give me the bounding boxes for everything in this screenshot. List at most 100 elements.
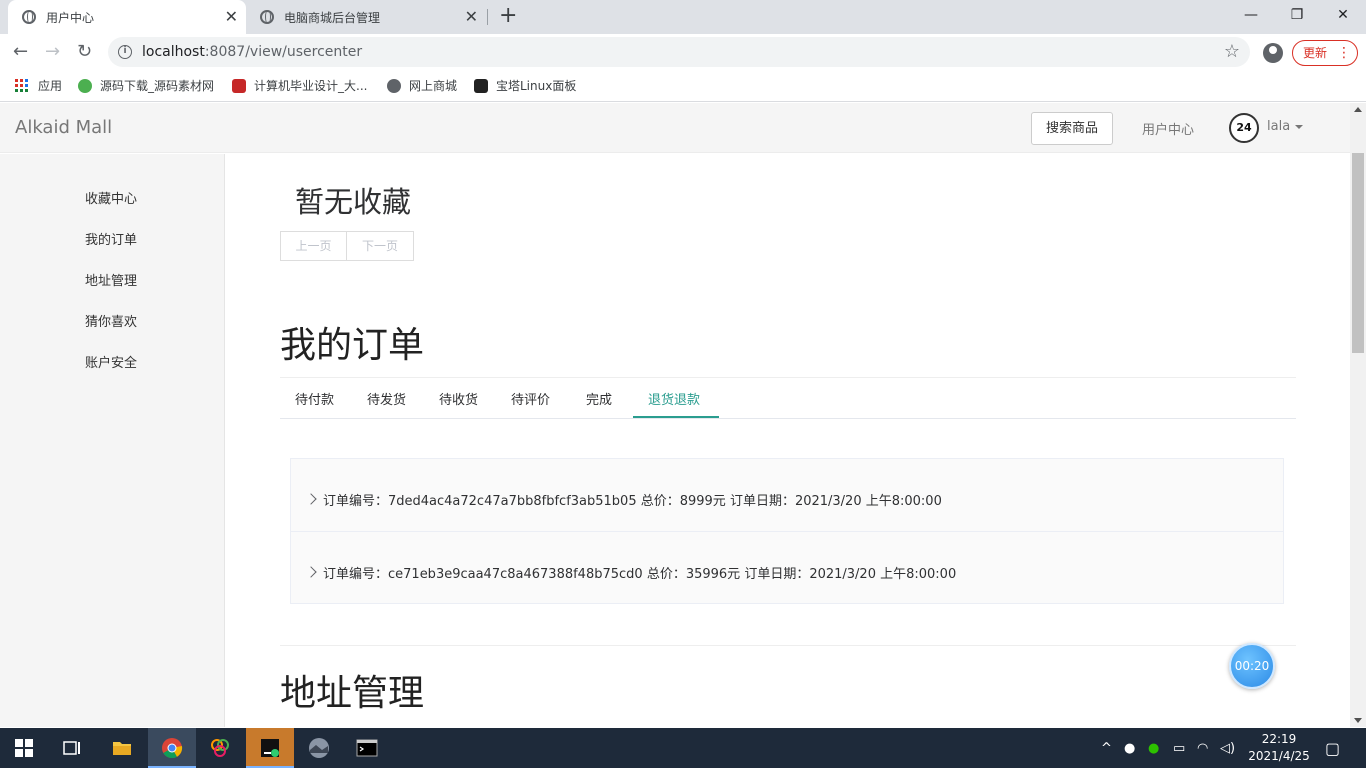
- bookmark-source[interactable]: 源码下载_源码素材网: [78, 77, 214, 94]
- bookmark-apps[interactable]: 应用: [15, 77, 62, 94]
- tray-expand-icon[interactable]: ^: [1101, 741, 1112, 756]
- favorites-empty-text: 暂无收藏: [295, 185, 412, 219]
- bookmark-baota[interactable]: 宝塔Linux面板: [474, 77, 576, 94]
- terminal-button[interactable]: [343, 728, 391, 768]
- tab-pending-review[interactable]: 待评价: [511, 389, 550, 408]
- address-title: 地址管理: [280, 673, 425, 714]
- chrome-button[interactable]: [148, 728, 196, 768]
- section-divider: [280, 645, 1296, 646]
- chevron-right-icon: [305, 566, 317, 578]
- tab-pending-shipment[interactable]: 待发货: [367, 389, 406, 408]
- info-icon[interactable]: i: [118, 45, 132, 59]
- order-row[interactable]: 订单编号：ce71eb3e9caa47c8a467388f48b75cd0 总价…: [291, 548, 1283, 596]
- window-close-icon[interactable]: ✕: [1320, 0, 1366, 30]
- tab-user-center[interactable]: 用户中心 ✕: [8, 0, 246, 34]
- scroll-up-icon[interactable]: [1354, 107, 1362, 112]
- tab-title: 用户中心: [46, 10, 95, 25]
- photo-icon: [309, 738, 329, 758]
- browser-tab-bar: 用户中心 ✕ 电脑商城后台管理 ✕ + — ❐ ✕: [0, 0, 1366, 34]
- tab-completed[interactable]: 完成: [586, 389, 612, 408]
- network-icon[interactable]: ◠: [1197, 741, 1208, 756]
- order-divider: [291, 531, 1283, 532]
- order-summary: 订单编号：7ded4ac4a72c47a7bb8fbfcf3ab51b05 总价…: [323, 493, 942, 509]
- close-icon[interactable]: ✕: [225, 9, 238, 25]
- back-icon[interactable]: ←: [13, 42, 28, 62]
- brand-logo[interactable]: Alkaid Mall: [15, 117, 112, 138]
- page-scrollbar[interactable]: [1350, 103, 1366, 727]
- floating-timer[interactable]: 00:20: [1229, 643, 1275, 689]
- clock-date: 2021/4/25: [1248, 749, 1310, 763]
- active-tab-indicator: [633, 416, 719, 418]
- bi-icon: [232, 78, 246, 93]
- bookmark-label: 宝塔Linux面板: [496, 79, 577, 93]
- bookmark-star-icon[interactable]: ☆: [1224, 41, 1240, 62]
- web-page: Alkaid Mall 搜索商品 用户中心 24 lala 收藏中心 我的订单 …: [0, 103, 1350, 727]
- intellij-icon: [261, 739, 279, 757]
- profile-icon[interactable]: [1263, 43, 1283, 63]
- tab-separator: [487, 9, 488, 25]
- folder-icon: [113, 742, 131, 755]
- chevron-right-icon: [305, 493, 317, 505]
- sidebar-item-security[interactable]: 账户安全: [85, 352, 137, 371]
- taskbar: ^ ● ● ▭ ◠ ◁) 22:19 2021/4/25 ▢: [0, 728, 1366, 768]
- orders-title: 我的订单: [280, 325, 425, 366]
- windows-icon: [15, 739, 33, 757]
- avatar[interactable]: 24: [1229, 113, 1259, 143]
- site-header: Alkaid Mall 搜索商品 用户中心 24 lala: [0, 103, 1350, 153]
- url-text[interactable]: localhost:8087/view/usercenter: [142, 44, 362, 60]
- update-button[interactable]: 更新 ⋮: [1292, 40, 1358, 66]
- start-button[interactable]: [0, 728, 48, 768]
- forward-icon[interactable]: →: [45, 42, 60, 62]
- minimize-icon[interactable]: —: [1228, 0, 1274, 30]
- scroll-thumb[interactable]: [1352, 153, 1364, 353]
- close-icon[interactable]: ✕: [465, 9, 478, 25]
- bookmark-label: 计算机毕业设计_大...: [254, 79, 368, 93]
- volume-icon[interactable]: ◁): [1220, 741, 1235, 756]
- bookmark-graduation[interactable]: 计算机毕业设计_大...: [232, 77, 367, 94]
- address-toolbar: ← → ↻ i localhost:8087/view/usercenter ☆: [0, 34, 1366, 70]
- sidebar-item-guess[interactable]: 猜你喜欢: [85, 311, 137, 330]
- bookmark-label: 网上商城: [409, 79, 458, 93]
- apps-grid-icon: [15, 79, 28, 92]
- omnibox[interactable]: i localhost:8087/view/usercenter ☆: [108, 37, 1250, 67]
- chrome-icon: [162, 738, 183, 759]
- tab-pending-payment[interactable]: 待付款: [295, 389, 334, 408]
- sidebar: 收藏中心 我的订单 地址管理 猜你喜欢 账户安全: [0, 154, 225, 727]
- new-tab-icon[interactable]: +: [499, 5, 517, 27]
- taskbar-clock[interactable]: 22:19 2021/4/25: [1244, 731, 1314, 765]
- restore-icon[interactable]: ❐: [1274, 0, 1320, 30]
- caret-down-icon[interactable]: [1295, 125, 1303, 129]
- order-row[interactable]: 订单编号：7ded4ac4a72c47a7bb8fbfcf3ab51b05 总价…: [291, 475, 1283, 523]
- photos-button[interactable]: [295, 728, 343, 768]
- tab-admin[interactable]: 电脑商城后台管理 ✕: [246, 0, 486, 34]
- search-products-button[interactable]: 搜索商品: [1031, 112, 1113, 145]
- bookmark-shop[interactable]: 网上商城: [387, 77, 457, 94]
- prev-page-button[interactable]: 上一页: [280, 231, 347, 261]
- notification-icon[interactable]: ▢: [1325, 739, 1340, 758]
- user-center-link[interactable]: 用户中心: [1142, 119, 1194, 138]
- order-summary: 订单编号：ce71eb3e9caa47c8a467388f48b75cd0 总价…: [323, 566, 957, 582]
- more-icon: ⋮: [1337, 45, 1351, 61]
- qq-icon[interactable]: ●: [1124, 741, 1135, 756]
- sidebar-item-address[interactable]: 地址管理: [85, 270, 137, 289]
- sidebar-item-orders[interactable]: 我的订单: [85, 229, 137, 248]
- scroll-down-icon[interactable]: [1354, 718, 1362, 723]
- app-button[interactable]: [196, 728, 244, 768]
- globe-icon: [260, 10, 274, 24]
- task-view-icon: [63, 741, 80, 755]
- next-page-button[interactable]: 下一页: [347, 231, 414, 261]
- bookmark-label: 源码下载_源码素材网: [100, 79, 215, 93]
- bookmark-label: 应用: [38, 79, 63, 93]
- idea-button[interactable]: [246, 728, 294, 768]
- user-name-dropdown[interactable]: lala: [1267, 119, 1290, 134]
- order-tabs: 待付款 待发货 待收货 待评价 完成 退货退款: [280, 377, 1296, 419]
- tab-refund[interactable]: 退货退款: [648, 389, 700, 408]
- clock-time: 22:19: [1261, 732, 1297, 746]
- tab-pending-receipt[interactable]: 待收货: [439, 389, 478, 408]
- reload-icon[interactable]: ↻: [77, 42, 92, 62]
- task-view-button[interactable]: [48, 728, 96, 768]
- power-icon[interactable]: ▭: [1173, 741, 1185, 756]
- explorer-button[interactable]: [98, 728, 146, 768]
- sidebar-item-favorites[interactable]: 收藏中心: [85, 188, 137, 207]
- wechat-icon[interactable]: ●: [1148, 741, 1159, 756]
